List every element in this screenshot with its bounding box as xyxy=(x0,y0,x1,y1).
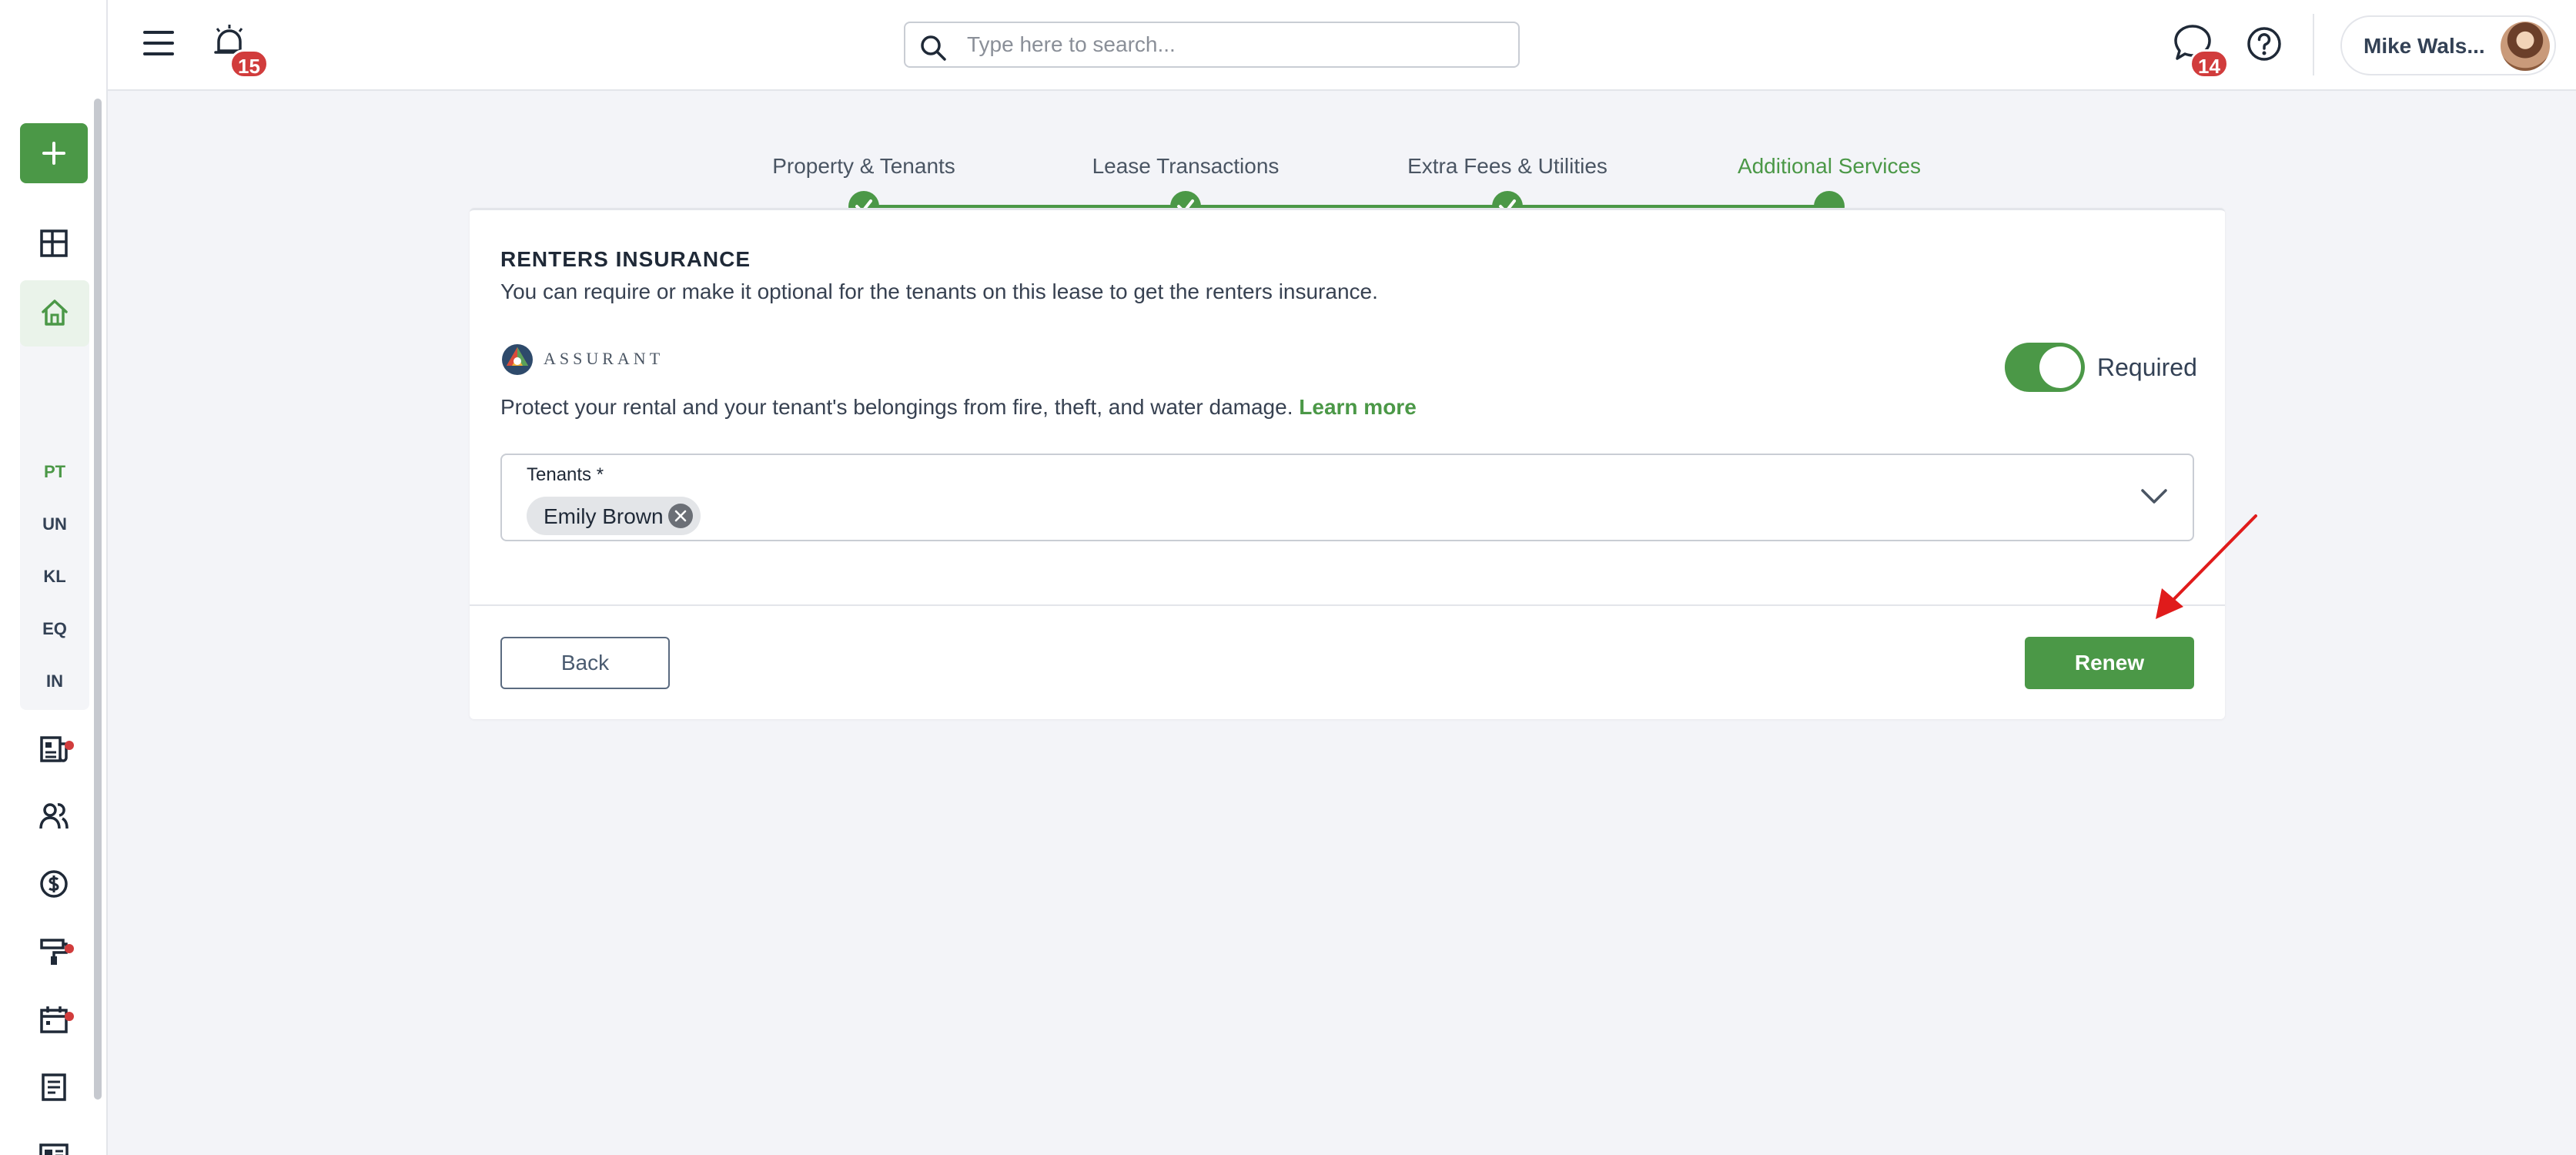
toggle-knob xyxy=(2039,346,2081,388)
sidebar-item-properties[interactable] xyxy=(20,280,89,346)
section-description: You can require or make it optional for … xyxy=(500,280,1378,303)
search-input[interactable] xyxy=(967,29,1506,60)
tenants-select[interactable]: Tenants * Emily Brown xyxy=(500,454,2194,541)
card-divider xyxy=(470,604,2225,606)
sidebar-item-reports[interactable] xyxy=(38,1072,69,1103)
chevron-down-icon[interactable] xyxy=(2140,487,2168,506)
sidebar-item-un[interactable]: UN xyxy=(20,514,89,534)
dollar-icon xyxy=(40,870,68,898)
properties-group: PT UN KL EQ IN xyxy=(20,280,89,710)
step-lease-transactions-label[interactable]: Lease Transactions xyxy=(1047,154,1324,179)
section-title: RENTERS INSURANCE xyxy=(500,247,751,271)
dashboard-icon[interactable] xyxy=(38,228,69,259)
leases-alert-dot xyxy=(65,741,74,750)
toggle-label: Required xyxy=(2097,353,2197,381)
tenant-chip: Emily Brown xyxy=(527,497,701,535)
sidebar-item-eq[interactable]: EQ xyxy=(20,619,89,639)
topbar-divider xyxy=(2313,14,2314,75)
sidebar-item-people[interactable] xyxy=(38,801,69,832)
renters-insurance-card: RENTERS INSURANCE You can require or mak… xyxy=(470,208,2225,719)
messages-badge: 14 xyxy=(2190,49,2229,79)
step-extra-fees-label[interactable]: Extra Fees & Utilities xyxy=(1369,154,1646,179)
tenant-chip-label: Emily Brown xyxy=(544,504,664,528)
sidebar-item-calendar[interactable] xyxy=(38,1004,69,1035)
add-new-button[interactable] xyxy=(20,123,88,183)
document-list-icon xyxy=(40,736,68,762)
required-toggle[interactable] xyxy=(2005,343,2085,392)
calendar-alert-dot xyxy=(65,1012,74,1021)
top-bar: 15 14 Mike Wals... xyxy=(0,0,2576,91)
annotation-arrow-icon xyxy=(2156,514,2257,619)
sidebar-item-pt[interactable]: PT xyxy=(20,462,89,482)
id-card-icon xyxy=(39,1143,69,1155)
sidebar-item-kl[interactable]: KL xyxy=(20,567,89,587)
provider-name: ASSURANT xyxy=(544,349,664,368)
people-icon xyxy=(39,803,69,829)
notifications-button[interactable]: 15 xyxy=(211,23,269,79)
avatar xyxy=(2501,22,2550,71)
search-bar[interactable] xyxy=(904,22,1520,68)
protect-description: Protect your rental and your tenant's be… xyxy=(500,395,1293,419)
hamburger-menu-icon[interactable] xyxy=(142,26,176,60)
sidebar-item-listings[interactable] xyxy=(38,1140,69,1155)
calendar-icon xyxy=(40,1006,68,1033)
sidebar: PT UN KL EQ IN xyxy=(0,91,108,1155)
report-icon xyxy=(42,1073,66,1101)
home-icon xyxy=(42,300,68,326)
help-icon[interactable] xyxy=(2245,25,2283,63)
learn-more-link[interactable]: Learn more xyxy=(1299,395,1417,419)
remove-tenant-icon[interactable] xyxy=(668,504,693,528)
maintenance-alert-dot xyxy=(65,944,74,953)
sidebar-scrollbar[interactable] xyxy=(94,99,102,1100)
logo-area xyxy=(0,0,108,91)
user-menu[interactable]: Mike Wals... xyxy=(2340,15,2556,75)
messages-button[interactable]: 14 xyxy=(2173,23,2229,79)
assurant-logo xyxy=(500,343,534,377)
sidebar-item-in[interactable]: IN xyxy=(20,671,89,691)
renew-button[interactable]: Renew xyxy=(2025,637,2194,689)
sidebar-item-maintenance[interactable] xyxy=(38,936,69,967)
notifications-badge: 15 xyxy=(229,49,269,79)
user-name: Mike Wals... xyxy=(2364,34,2485,58)
step-property-tenants-label[interactable]: Property & Tenants xyxy=(725,154,1002,179)
search-icon xyxy=(921,35,946,61)
step-additional-services-label[interactable]: Additional Services xyxy=(1691,154,1968,179)
back-button[interactable]: Back xyxy=(500,637,670,689)
paint-roller-icon xyxy=(40,939,68,965)
sidebar-item-accounting[interactable] xyxy=(38,869,69,899)
protect-text: Protect your rental and your tenant's be… xyxy=(500,395,1417,420)
tenants-label: Tenants * xyxy=(527,464,604,485)
plus-icon xyxy=(42,142,65,165)
sidebar-item-leases[interactable] xyxy=(38,733,69,764)
